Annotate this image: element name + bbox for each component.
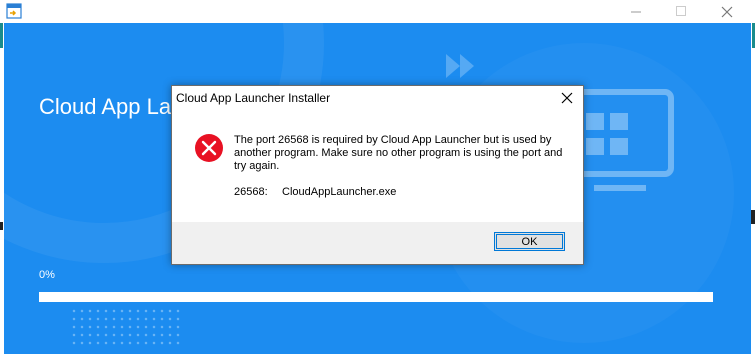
error-icon [195,134,223,162]
close-icon [561,92,573,104]
error-detail: 26568: CloudAppLauncher.exe [234,186,396,198]
background-window-edge [0,23,3,48]
installer-app-icon [6,3,22,19]
port-number: 26568: [234,186,268,198]
installer-title: Cloud App La [39,94,172,119]
dialog-title: Cloud App Launcher Installer [176,91,331,105]
dialog-close-button[interactable] [552,86,582,110]
process-name: CloudAppLauncher.exe [282,186,397,198]
background-window-edge [0,222,3,230]
maximize-button[interactable] [659,0,704,23]
close-icon [721,6,732,17]
window-close-button[interactable] [704,0,749,23]
background-window-edge [751,210,755,224]
dialog-footer: OK [172,222,583,264]
decorative-dot-grid [70,307,180,347]
progress-bar [39,292,713,302]
error-message: The port 26568 is required by Cloud App … [234,134,563,172]
ok-button[interactable]: OK [494,232,565,251]
error-dialog: Cloud App Launcher Installer The port 26… [171,85,584,265]
fast-forward-icon [446,54,474,78]
progress-label: 0% [39,269,55,281]
maximize-icon [676,6,686,16]
installer-title-bar [0,0,755,23]
minimize-icon [631,11,641,13]
minimize-button[interactable] [614,0,659,23]
